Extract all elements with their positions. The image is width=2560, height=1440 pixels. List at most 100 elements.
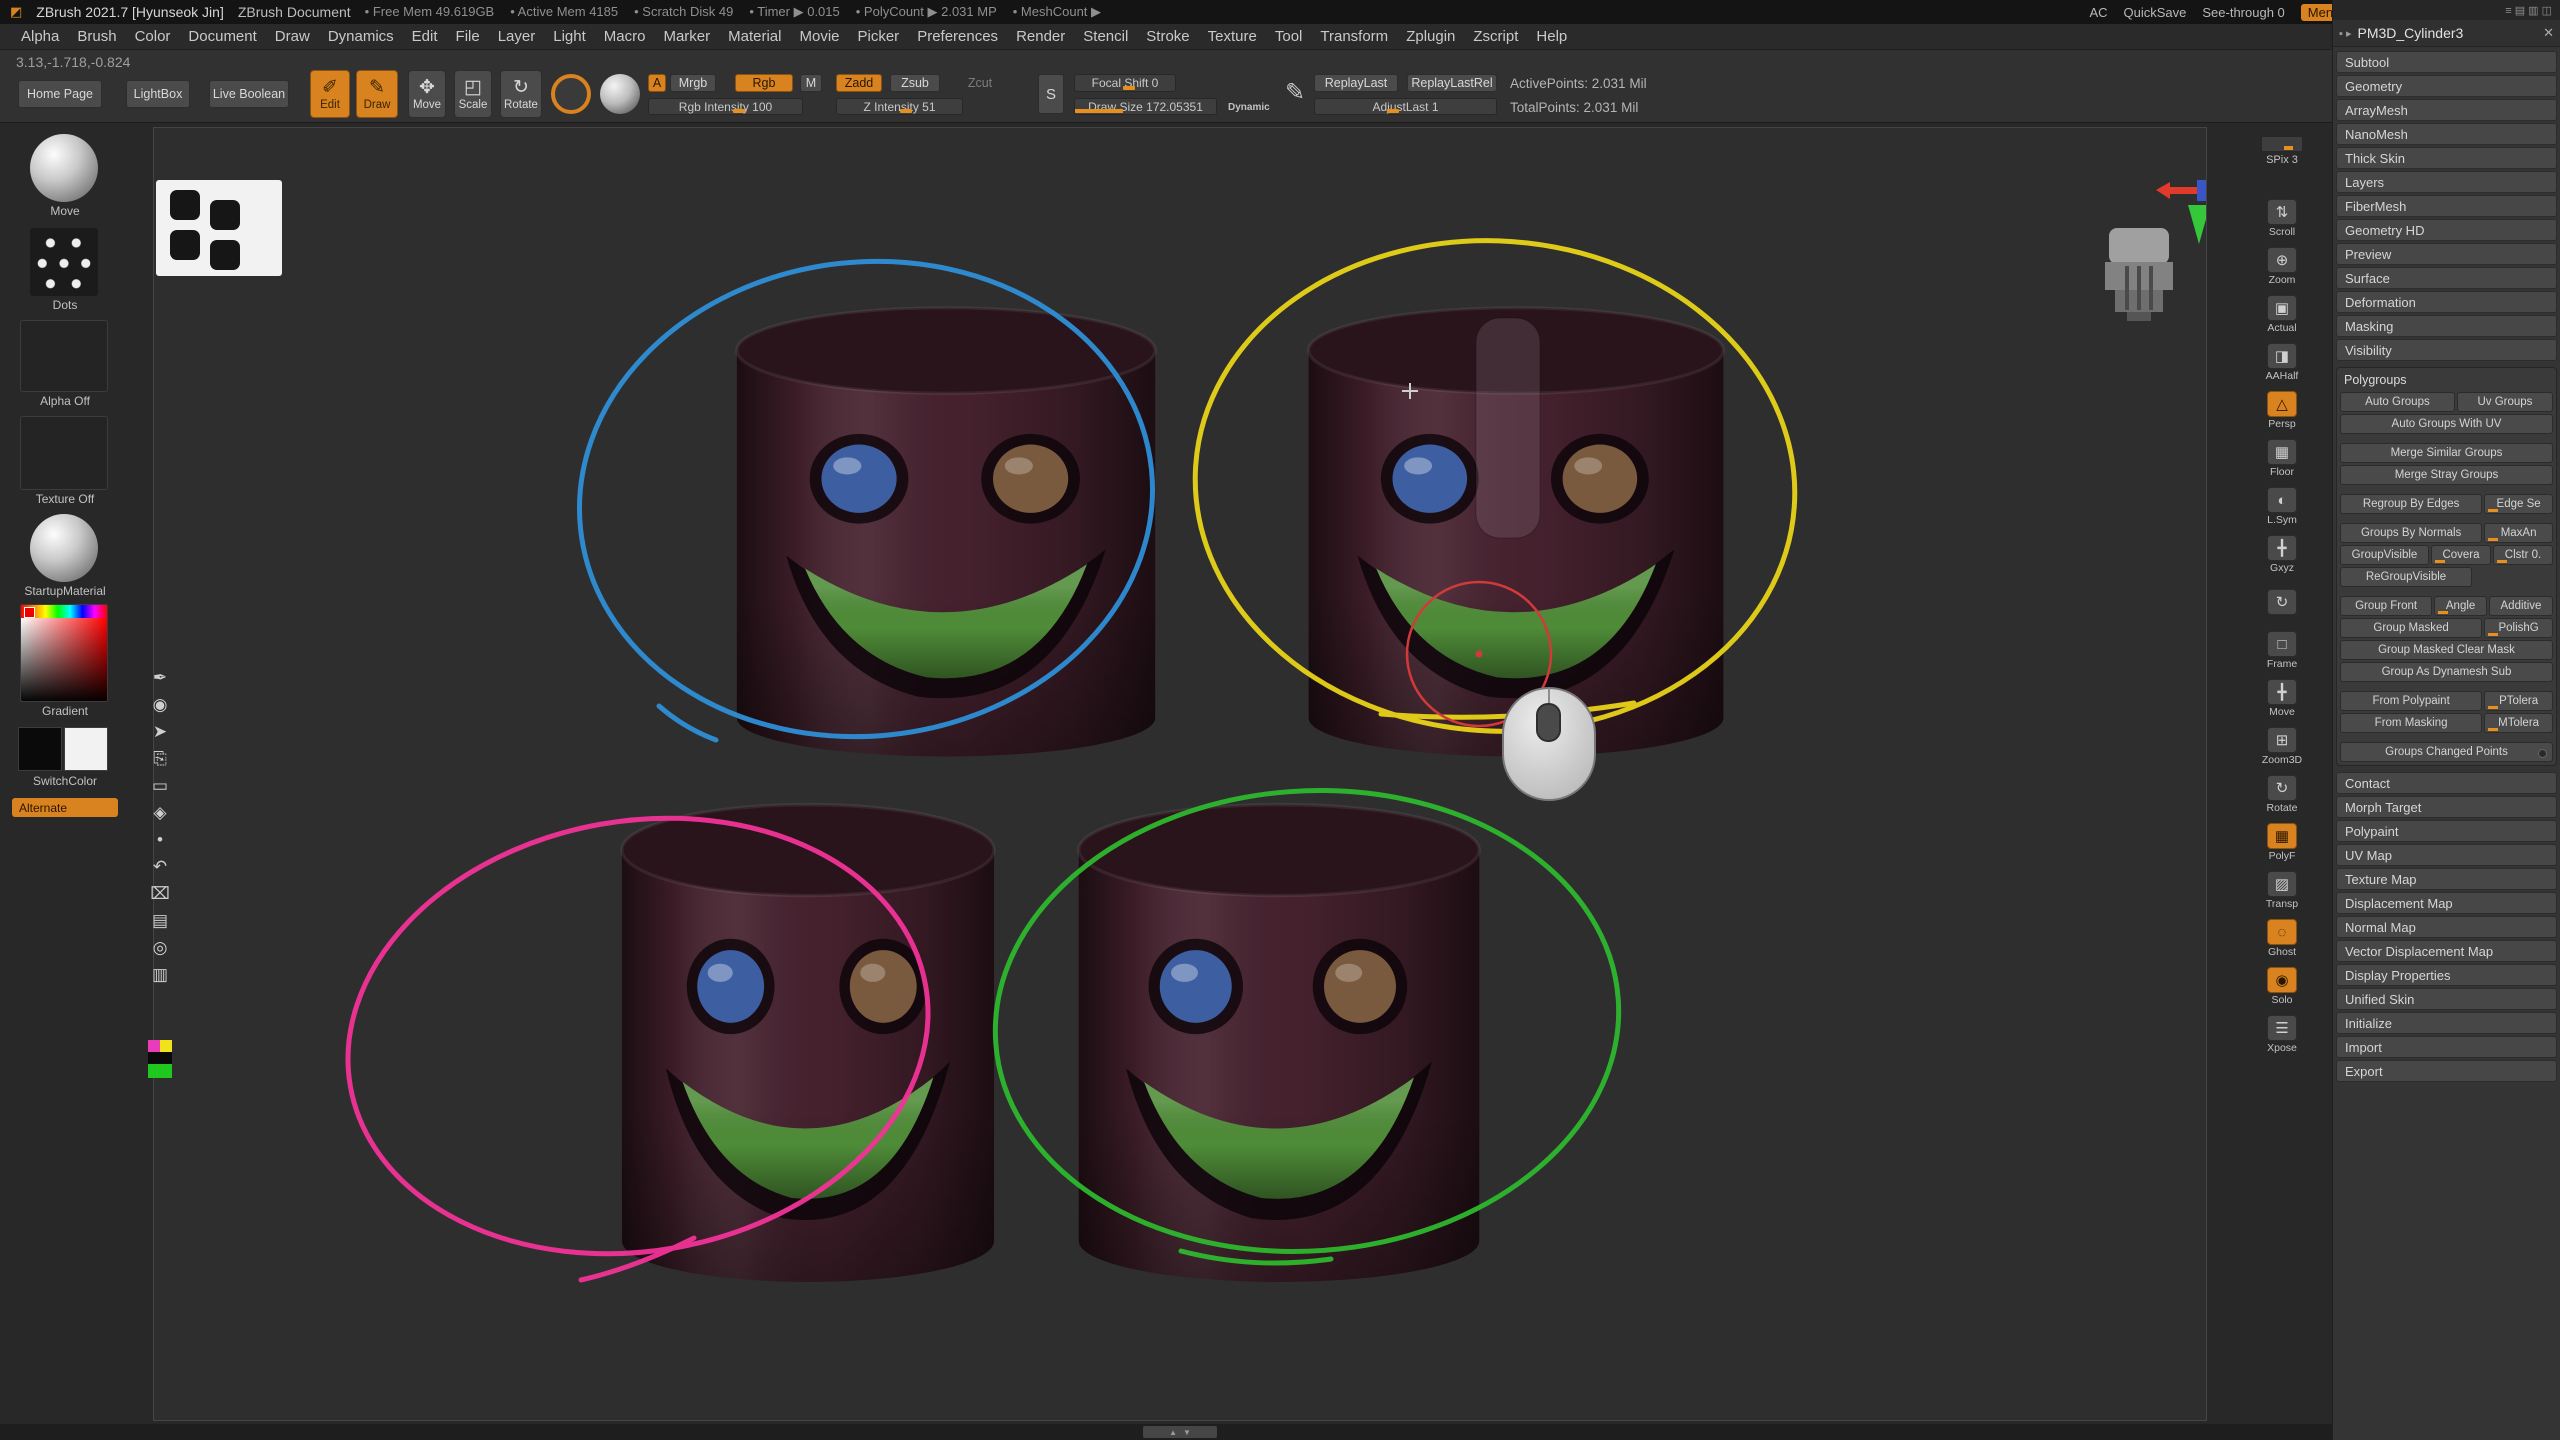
rgb-intensity-slider[interactable]: Rgb Intensity 100 bbox=[648, 98, 803, 115]
spix-slider[interactable] bbox=[2261, 136, 2303, 152]
additive-toggle[interactable]: Additive bbox=[2489, 596, 2553, 616]
menu-item[interactable]: Alpha bbox=[12, 28, 68, 45]
menu-item[interactable]: Render bbox=[1007, 28, 1074, 45]
note-icon[interactable]: ▥ bbox=[147, 963, 173, 987]
trash-icon[interactable]: ⌧ bbox=[147, 882, 173, 906]
merge-similar-groups-button[interactable]: Merge Similar Groups bbox=[2340, 443, 2553, 463]
palette-tray-icons[interactable]: ≡ ▤ ▥ ◫ bbox=[2333, 0, 2560, 20]
merge-stray-groups-button[interactable]: Merge Stray Groups bbox=[2340, 465, 2553, 485]
tool-section[interactable]: Geometry HD bbox=[2336, 219, 2557, 241]
tool-section[interactable]: Layers bbox=[2336, 171, 2557, 193]
menu-item[interactable]: Stencil bbox=[1074, 28, 1137, 45]
uv-groups-button[interactable]: Uv Groups bbox=[2457, 392, 2553, 412]
replay-last-rel-button[interactable]: ReplayLastRel bbox=[1407, 74, 1497, 92]
menu-item[interactable]: Layer bbox=[489, 28, 545, 45]
rgb-button[interactable]: Rgb bbox=[735, 74, 793, 92]
menu-item[interactable]: Document bbox=[179, 28, 265, 45]
dot-icon[interactable]: • bbox=[147, 828, 173, 852]
texture-thumbnail[interactable] bbox=[20, 416, 108, 490]
coverage-slider[interactable]: Covera bbox=[2431, 545, 2491, 565]
cursor-icon[interactable]: ➤ bbox=[147, 720, 173, 744]
tool-section[interactable]: Texture Map bbox=[2336, 868, 2557, 890]
masking-tolerance-slider[interactable]: MTolera bbox=[2484, 713, 2553, 733]
home-page-button[interactable]: Home Page bbox=[18, 80, 102, 108]
menu-item[interactable]: Light bbox=[544, 28, 595, 45]
magenta-swatch[interactable] bbox=[148, 1040, 160, 1052]
polish-groups-slider[interactable]: PolishG bbox=[2484, 618, 2553, 638]
menu-item[interactable]: Tool bbox=[1266, 28, 1312, 45]
group-front-button[interactable]: Group Front bbox=[2340, 596, 2432, 616]
tool-section[interactable]: Normal Map bbox=[2336, 916, 2557, 938]
from-masking-button[interactable]: From Masking bbox=[2340, 713, 2482, 733]
edge-smooth-slider[interactable]: Edge Se bbox=[2484, 494, 2553, 514]
menu-item[interactable]: Preferences bbox=[908, 28, 1007, 45]
live-boolean-button[interactable]: Live Boolean bbox=[209, 80, 289, 108]
zadd-button[interactable]: Zadd bbox=[836, 74, 882, 92]
edit-button[interactable]: ✐ Edit bbox=[310, 70, 350, 118]
menu-item[interactable]: Macro bbox=[595, 28, 655, 45]
tool-section[interactable]: NanoMesh bbox=[2336, 123, 2557, 145]
spix-control[interactable]: SPix 3 bbox=[2261, 136, 2303, 166]
max-angle-slider[interactable]: MaxAn bbox=[2484, 523, 2553, 543]
tool-section[interactable]: Deformation bbox=[2336, 291, 2557, 313]
z-intensity-slider[interactable]: Z Intensity 51 bbox=[836, 98, 963, 115]
regroup-visible-button[interactable]: ReGroupVisible bbox=[2340, 567, 2472, 587]
menu-item[interactable]: Marker bbox=[654, 28, 719, 45]
tool-section[interactable]: Subtool bbox=[2336, 51, 2557, 73]
eye-icon[interactable]: ◉ bbox=[147, 693, 173, 717]
tool-section[interactable]: Display Properties bbox=[2336, 964, 2557, 986]
tool-section[interactable]: Visibility bbox=[2336, 339, 2557, 361]
menu-item[interactable]: Edit bbox=[403, 28, 447, 45]
material-thumbnail[interactable] bbox=[30, 514, 98, 582]
cluster-slider[interactable]: Clstr 0. bbox=[2493, 545, 2553, 565]
yellow-swatch[interactable] bbox=[160, 1040, 172, 1052]
zsub-button[interactable]: Zsub bbox=[890, 74, 940, 92]
horizontal-scrollbar[interactable]: ▲▼ bbox=[1143, 1426, 1217, 1438]
groups-changed-points-toggle[interactable]: Groups Changed Points bbox=[2340, 742, 2553, 762]
secondary-color-swatch[interactable] bbox=[64, 727, 108, 771]
marquee-icon[interactable]: ▭ bbox=[147, 774, 173, 798]
anchor-a-button[interactable]: A bbox=[648, 74, 666, 92]
tool-section[interactable]: Unified Skin bbox=[2336, 988, 2557, 1010]
lightbox-button[interactable]: LightBox bbox=[126, 80, 190, 108]
groups-by-normals-button[interactable]: Groups By Normals bbox=[2340, 523, 2482, 543]
polygroups-title[interactable]: Polygroups bbox=[2340, 371, 2553, 390]
draw-button[interactable]: ✎ Draw bbox=[356, 70, 398, 118]
replay-last-button[interactable]: ReplayLast bbox=[1314, 74, 1398, 92]
menu-item[interactable]: Help bbox=[1527, 28, 1576, 45]
auto-groups-button[interactable]: Auto Groups bbox=[2340, 392, 2455, 412]
rotate-button[interactable]: ↻ Rotate bbox=[500, 70, 542, 118]
swatch-quad[interactable] bbox=[148, 1040, 172, 1078]
focal-shift-slider[interactable]: Focal Shift 0 bbox=[1074, 74, 1176, 92]
tool-section[interactable]: Morph Target bbox=[2336, 796, 2557, 818]
menu-item[interactable]: Brush bbox=[68, 28, 125, 45]
pen-pressure-icon[interactable]: ✎ bbox=[1285, 78, 1305, 107]
tool-header-icons[interactable]: ▪ ▸ bbox=[2339, 27, 2351, 40]
primary-color-swatch[interactable] bbox=[18, 727, 62, 771]
undo-icon[interactable]: ↶ bbox=[147, 855, 173, 879]
tool-section[interactable]: Masking bbox=[2336, 315, 2557, 337]
see-through-slider[interactable]: See-through 0 bbox=[2202, 5, 2284, 20]
tool-section[interactable]: Export bbox=[2336, 1060, 2557, 1082]
printer-icon[interactable]: ▤ bbox=[147, 909, 173, 933]
stroke-dots-thumbnail[interactable] bbox=[30, 228, 98, 296]
black-swatch[interactable] bbox=[148, 1052, 172, 1064]
stroke-curve-icon[interactable]: S bbox=[1038, 74, 1064, 114]
menu-item[interactable]: Picker bbox=[849, 28, 909, 45]
alternate-button[interactable]: Alternate bbox=[12, 798, 118, 817]
menu-item[interactable]: Texture bbox=[1199, 28, 1266, 45]
tool-section[interactable]: Initialize bbox=[2336, 1012, 2557, 1034]
menu-item[interactable]: Color bbox=[126, 28, 180, 45]
tool-section[interactable]: ArrayMesh bbox=[2336, 99, 2557, 121]
scale-button[interactable]: ◰ Scale bbox=[454, 70, 492, 118]
m-button[interactable]: M bbox=[800, 74, 822, 92]
tool-section[interactable]: Surface bbox=[2336, 267, 2557, 289]
group-visible-button[interactable]: GroupVisible bbox=[2340, 545, 2429, 565]
tool-section[interactable]: Thick Skin bbox=[2336, 147, 2557, 169]
alpha-thumbnail[interactable] bbox=[20, 320, 108, 392]
menu-item[interactable]: Zscript bbox=[1464, 28, 1527, 45]
tool-section[interactable]: UV Map bbox=[2336, 844, 2557, 866]
group-masked-button[interactable]: Group Masked bbox=[2340, 618, 2482, 638]
saturation-value-area[interactable] bbox=[21, 618, 107, 702]
paperclip-icon[interactable]: ⎘ bbox=[147, 747, 173, 771]
